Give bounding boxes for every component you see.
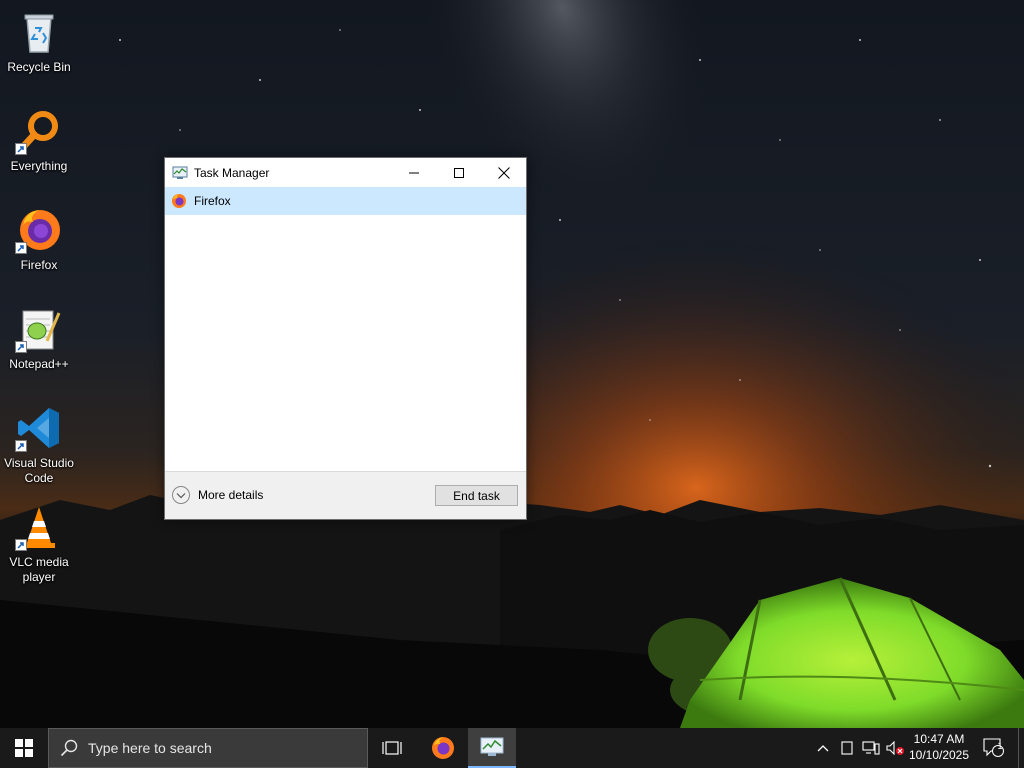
- tablet-icon: [841, 741, 853, 755]
- desktop-icon-firefox[interactable]: Firefox: [2, 206, 76, 273]
- window-footer: More details End task: [165, 471, 526, 519]
- desktop-icon-everything[interactable]: Everything: [2, 107, 76, 174]
- chevron-down-icon: [172, 486, 190, 504]
- process-list: Firefox: [165, 187, 526, 471]
- end-task-button[interactable]: End task: [435, 485, 518, 506]
- firefox-icon: [15, 206, 63, 254]
- more-details-toggle[interactable]: More details: [172, 486, 263, 504]
- desktop-icon-label: Recycle Bin: [7, 60, 71, 74]
- minimize-button[interactable]: [391, 158, 436, 187]
- desktop-icon-label: Visual Studio Code: [4, 456, 74, 485]
- shortcut-arrow-icon: [15, 539, 27, 551]
- notification-count: 1: [997, 741, 1003, 751]
- clock-time: 10:47 AM: [913, 732, 965, 746]
- chevron-up-icon: [817, 745, 829, 752]
- task-manager-icon: [172, 166, 188, 179]
- action-center-button[interactable]: 1: [980, 728, 1008, 768]
- vlc-icon: [15, 503, 63, 551]
- taskbar: Type here to search 10:47 AM 10/10/2025 …: [0, 728, 1024, 768]
- taskbar-firefox-button[interactable]: [419, 728, 467, 768]
- close-button[interactable]: [481, 158, 526, 187]
- task-manager-icon: [480, 737, 504, 756]
- windows-logo-icon: [15, 739, 33, 757]
- search-box[interactable]: Type here to search: [48, 728, 368, 768]
- desktop-icon-label: Everything: [10, 159, 68, 173]
- close-icon: [497, 166, 510, 179]
- task-manager-window: Task Manager Firefox More details End ta…: [164, 157, 527, 520]
- desktop-icon-label: Firefox: [20, 258, 58, 272]
- desktop-icon-recycle-bin[interactable]: Recycle Bin: [2, 8, 76, 75]
- desktop-icon-label: Notepad++: [9, 357, 69, 371]
- desktop-icon-notepad-plus-plus[interactable]: Notepad++: [2, 305, 76, 372]
- desktop-icon-label: VLC media player: [9, 555, 69, 584]
- firefox-icon: [432, 737, 454, 759]
- taskbar-task-manager-button[interactable]: [468, 728, 516, 768]
- system-clock[interactable]: 10:47 AM 10/10/2025: [900, 731, 978, 763]
- recycle-bin-icon: [15, 8, 63, 56]
- show-desktop-button[interactable]: [1018, 728, 1024, 768]
- minimize-icon: [408, 172, 419, 173]
- shortcut-arrow-icon: [15, 341, 27, 353]
- task-view-button[interactable]: [368, 728, 416, 768]
- process-name: Firefox: [194, 194, 231, 208]
- more-details-label: More details: [198, 488, 264, 502]
- search-icon: [60, 739, 78, 757]
- shortcut-arrow-icon: [15, 242, 27, 254]
- process-row-firefox[interactable]: Firefox: [165, 187, 526, 215]
- vscode-icon: [15, 404, 63, 452]
- start-button[interactable]: [0, 728, 48, 768]
- everything-search-icon: [15, 107, 63, 155]
- clock-date: 10/10/2025: [908, 748, 970, 762]
- shortcut-arrow-icon: [15, 143, 27, 155]
- notepad-plus-plus-icon: [15, 305, 63, 353]
- task-view-icon: [382, 741, 402, 755]
- desktop-icon-vscode[interactable]: Visual Studio Code: [2, 404, 76, 486]
- tablet-mode-button[interactable]: [838, 728, 856, 768]
- network-icon: [862, 741, 880, 755]
- network-button[interactable]: [860, 728, 882, 768]
- search-placeholder: Type here to search: [88, 740, 212, 756]
- shortcut-arrow-icon: [15, 440, 27, 452]
- show-hidden-icons-button[interactable]: [814, 728, 832, 768]
- title-bar[interactable]: Task Manager: [165, 158, 526, 187]
- window-title: Task Manager: [194, 165, 270, 180]
- maximize-button[interactable]: [436, 158, 481, 187]
- firefox-icon: [172, 194, 186, 208]
- maximize-icon: [453, 167, 464, 178]
- desktop-icon-vlc[interactable]: VLC media player: [2, 503, 76, 585]
